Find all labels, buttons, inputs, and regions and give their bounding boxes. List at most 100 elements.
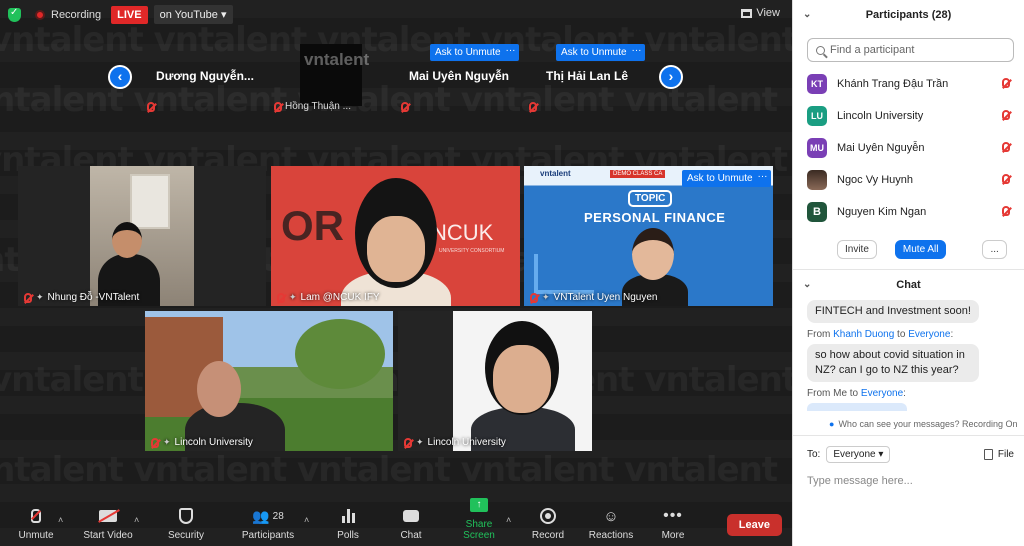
- participant-name: Nhung Đỗ -VNTalent: [47, 292, 140, 303]
- chat-target[interactable]: Everyone: [861, 388, 903, 399]
- tile-label: ✦ Lam @NCUK IFY: [277, 292, 380, 303]
- avatar: KT: [807, 74, 827, 94]
- mic-off-icon[interactable]: [1002, 110, 1010, 120]
- more-options-button[interactable]: ···: [754, 170, 771, 187]
- more-options-button[interactable]: ...: [982, 240, 1007, 259]
- banner-subtext: UNIVERSITY CONSORTIUM: [439, 248, 505, 254]
- chevron-up-icon[interactable]: ˄: [134, 515, 139, 525]
- video-tile[interactable]: OR NCUK UNIVERSITY CONSORTIUM ✦ Lam @NCU…: [271, 166, 520, 306]
- participant-name: Lincoln University: [174, 437, 253, 448]
- chat-colon: :: [903, 388, 906, 399]
- participant-name: Mai Uyên Nguyễn: [408, 69, 510, 83]
- security-button[interactable]: Security: [156, 506, 216, 541]
- participant-name: Thị Hải Lan Lê: [545, 69, 628, 83]
- chat-button[interactable]: Chat: [381, 506, 441, 541]
- mic-off-icon[interactable]: [1002, 174, 1010, 184]
- meeting-area: vntalent vntalent vntalent vntalent vnta…: [0, 0, 792, 546]
- slide-brand: vntalent: [540, 169, 571, 178]
- youtube-dropdown[interactable]: on YouTube ▾: [153, 5, 233, 24]
- video-tile[interactable]: ✦ Lincoln University: [398, 311, 592, 451]
- mic-off-icon[interactable]: [1002, 142, 1010, 152]
- participant-row[interactable]: KT Khánh Trang Đậu Trần: [793, 68, 1024, 100]
- video-tile[interactable]: ✦ Nhung Đỗ -VNTalent: [18, 166, 266, 306]
- participants-button[interactable]: 👥 28 Participants: [238, 506, 298, 542]
- privacy-notice[interactable]: ● Who can see your messages? Recording O…: [793, 419, 1024, 429]
- ask-to-unmute-button[interactable]: Ask to Unmute: [430, 44, 506, 61]
- strip-tile[interactable]: Dương Nguyễn...: [142, 44, 268, 112]
- chevron-down-icon[interactable]: ⌄: [803, 270, 811, 300]
- ask-to-unmute-button[interactable]: Ask to Unmute: [556, 44, 632, 61]
- record-button[interactable]: Record: [518, 506, 578, 541]
- reactions-button[interactable]: ☺ Reactions: [581, 506, 641, 542]
- reactions-label: Reactions: [588, 530, 634, 541]
- chat-target[interactable]: Everyone: [908, 329, 950, 340]
- participant-row[interactable]: LU Lincoln University: [793, 100, 1024, 132]
- invite-button[interactable]: Invite: [837, 240, 877, 259]
- chevron-down-icon[interactable]: ⌄: [803, 0, 811, 30]
- ask-to-unmute-button[interactable]: Ask to Unmute: [682, 170, 758, 187]
- file-button[interactable]: File: [983, 449, 1014, 460]
- mic-off-icon: [404, 437, 412, 448]
- participant-search[interactable]: Find a participant: [807, 38, 1014, 62]
- shield-icon[interactable]: [8, 7, 21, 22]
- mic-off-icon: [151, 437, 159, 448]
- mic-off-icon: [31, 509, 41, 523]
- share-screen-button[interactable]: ↑ Share Screen: [449, 495, 509, 541]
- live-badge[interactable]: LIVE: [111, 5, 148, 24]
- strip-tile[interactable]: Ask to Unmute ··· Thị Hải Lan Lê: [524, 44, 650, 112]
- participant-name: VNTalent Uyen Nguyen: [553, 292, 658, 303]
- participant-name: Nguyen Kim Ngan: [837, 206, 927, 218]
- pin-icon: ✦: [542, 292, 550, 302]
- tile-label: ✦ Lincoln University: [404, 437, 506, 448]
- chat-title: Chat: [896, 279, 921, 291]
- leave-button[interactable]: Leave: [726, 514, 782, 536]
- mic-off-icon[interactable]: [1002, 206, 1010, 216]
- mic-off-icon: [24, 292, 32, 303]
- slide-tag: DEMO CLASS CA: [610, 170, 666, 178]
- chevron-up-icon[interactable]: ˄: [506, 515, 511, 525]
- participants-title: Participants (28): [865, 9, 952, 21]
- participant-actions: Invite Mute All ...: [793, 228, 1024, 259]
- meeting-status: Recording LIVE on YouTube ▾: [8, 5, 233, 24]
- more-icon: •••: [663, 507, 683, 524]
- tile-label: ✦ VNTalent Uyen Nguyen: [530, 292, 658, 303]
- unmute-button[interactable]: Unmute: [6, 506, 66, 541]
- mic-off-icon: [274, 101, 282, 112]
- view-label: View: [756, 7, 780, 19]
- strip-tile[interactable]: Ask to Unmute ··· Mai Uyên Nguyễn: [396, 44, 522, 112]
- chat-message-text: FINTECH and Investment soon!: [807, 300, 979, 323]
- chat-input[interactable]: [807, 475, 1007, 487]
- chevron-left-icon[interactable]: ‹: [108, 65, 132, 89]
- pin-icon: ✦: [163, 437, 171, 447]
- chat-to-word: to: [894, 329, 909, 340]
- more-options-button[interactable]: ···: [628, 44, 645, 61]
- chat-message-text: so how about covid situation in NZ? can …: [807, 344, 979, 382]
- more-button[interactable]: ••• More: [643, 506, 703, 541]
- mic-off-icon[interactable]: [1002, 78, 1010, 88]
- avatar: [807, 170, 827, 190]
- share-screen-icon: ↑: [470, 498, 488, 512]
- participant-row[interactable]: MU Mai Uyên Nguyễn: [793, 132, 1024, 164]
- strip-tile[interactable]: vntalent Hồng Thuận ...: [270, 44, 396, 112]
- video-tile[interactable]: ✦ Lincoln University: [145, 311, 393, 451]
- chevron-up-icon[interactable]: ˄: [58, 515, 63, 525]
- chat-sender[interactable]: Khanh Duong: [833, 329, 894, 340]
- participant-row[interactable]: B Nguyen Kim Ngan: [793, 196, 1024, 228]
- to-label: To:: [807, 449, 821, 460]
- search-input[interactable]: Find a participant: [830, 44, 914, 56]
- chat-sender-line: From Me to Everyone:: [793, 388, 1024, 399]
- recipient-dropdown[interactable]: Everyone ▾: [826, 446, 891, 463]
- video-tile[interactable]: vntalent DEMO CLASS CA Ask to Unmute ···…: [524, 166, 773, 306]
- start-video-button[interactable]: Start Video: [78, 506, 138, 541]
- watermark: vntalent vntalent vntalent vntalent vnta…: [0, 450, 778, 490]
- record-label: Record: [531, 530, 565, 541]
- chevron-right-icon[interactable]: ›: [659, 65, 683, 89]
- start-video-label: Start Video: [83, 530, 133, 541]
- chevron-up-icon[interactable]: ˄: [304, 515, 309, 525]
- grid-icon: [741, 8, 753, 18]
- view-button[interactable]: View: [741, 7, 780, 19]
- participant-row[interactable]: Ngoc Vy Huynh: [793, 164, 1024, 196]
- mute-all-button[interactable]: Mute All: [894, 240, 947, 259]
- polls-button[interactable]: Polls: [318, 506, 378, 541]
- more-options-button[interactable]: ···: [502, 44, 519, 61]
